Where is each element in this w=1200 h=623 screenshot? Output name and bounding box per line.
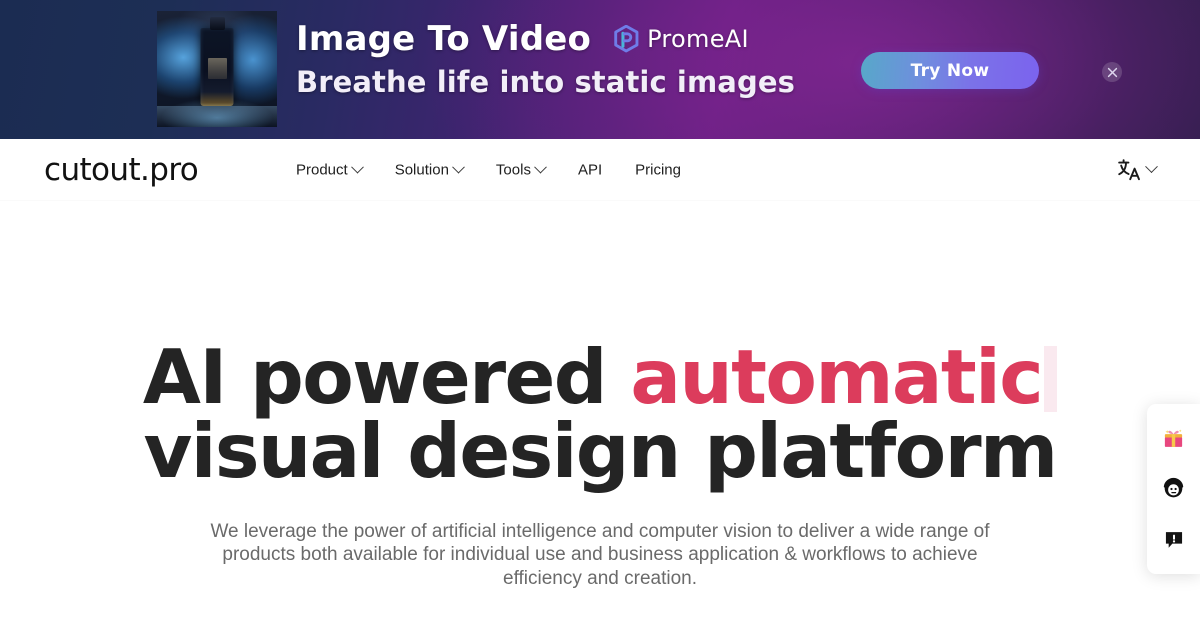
page-title: AI powered automatic visual design platf… (0, 201, 1200, 489)
support-agent-icon (1163, 478, 1184, 498)
nav-item-pricing[interactable]: Pricing (635, 161, 681, 178)
nav-item-tools-label: Tools (495, 161, 531, 178)
language-switcher[interactable] (1117, 158, 1158, 182)
gift-button[interactable] (1157, 421, 1191, 455)
try-now-button[interactable]: Try Now (861, 52, 1039, 89)
close-banner-button[interactable] (1102, 62, 1122, 82)
hero-subtitle: We leverage the power of artificial inte… (210, 520, 990, 590)
thumbnail-reflection (157, 106, 277, 127)
typing-caret (1044, 346, 1058, 412)
chevron-down-icon (350, 160, 364, 174)
feedback-button[interactable] (1157, 523, 1191, 557)
nav-item-solution[interactable]: Solution (394, 160, 465, 178)
feedback-icon (1165, 531, 1182, 548)
nav-item-api[interactable]: API (578, 161, 602, 178)
chevron-down-icon (1145, 160, 1158, 174)
nav-item-solution-label: Solution (394, 161, 449, 178)
thumbnail-bottle (200, 28, 234, 106)
nav-item-pricing-label: Pricing (635, 161, 681, 178)
support-agent-button[interactable] (1157, 472, 1191, 506)
floating-side-widget (1147, 404, 1200, 574)
nav-item-product[interactable]: Product (296, 160, 364, 178)
chevron-down-icon (534, 160, 547, 174)
nav-links: Product Solution Tools API Pricing (296, 160, 681, 178)
banner-headline-primary: Image To Video (296, 19, 592, 59)
banner-headline-secondary: Breathe life into static images (296, 65, 795, 99)
banner-copy: Image To Video PromeAI Breathe life into… (296, 22, 816, 97)
chevron-down-icon (452, 160, 465, 174)
nav-item-product-label: Product (296, 161, 348, 178)
nav-item-api-label: API (577, 161, 603, 178)
nav-item-tools[interactable]: Tools (495, 160, 547, 178)
site-logo[interactable]: cutout.pro (44, 152, 199, 188)
main-navigation-bar: cutout.pro Product Solution Tools API Pr… (0, 139, 1200, 201)
translate-icon (1118, 158, 1140, 180)
promotional-banner[interactable]: Image To Video PromeAI Breathe life into… (0, 0, 1200, 139)
close-icon (1107, 67, 1117, 77)
banner-headline-row: Image To Video PromeAI (296, 22, 816, 56)
banner-thumbnail-image (157, 11, 277, 127)
hero-title-line2: visual design platform (143, 407, 1058, 496)
gift-icon (1164, 429, 1183, 447)
hero-section: AI powered automatic visual design platf… (0, 201, 1200, 623)
thumbnail-bottle-label (207, 58, 227, 79)
promeai-hexagon-icon (614, 24, 639, 52)
promeai-wordmark: PromeAI (647, 25, 749, 53)
promeai-logo-lockup: PromeAI (613, 24, 749, 54)
